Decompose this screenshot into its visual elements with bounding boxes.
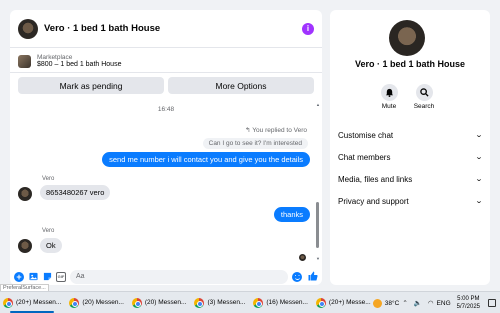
image-icon[interactable] xyxy=(28,272,38,282)
menu-label: Media, files and links xyxy=(338,174,413,184)
gif-icon[interactable]: GIF xyxy=(56,271,66,282)
taskbar-app[interactable]: (20) Messen... xyxy=(129,293,190,313)
listing-title: $800 – 1 bed 1 bath House xyxy=(37,61,122,68)
outgoing-message[interactable]: thanks xyxy=(273,207,310,222)
incoming-message[interactable]: Ok xyxy=(40,238,62,253)
menu-privacy-support[interactable]: Privacy and support ⌄ xyxy=(330,190,490,212)
chat-header: Vero · 1 bed 1 bath House i xyxy=(10,10,322,48)
task-label: (20) Messen... xyxy=(144,299,187,306)
reply-note: ↰ You replied to Vero xyxy=(245,126,307,134)
menu-label: Chat members xyxy=(338,152,391,162)
menu-media-files-links[interactable]: Media, files and links ⌄ xyxy=(330,168,490,190)
sender-avatar[interactable] xyxy=(18,239,32,253)
scroll-down-icon[interactable]: ▼ xyxy=(316,256,320,261)
message-timestamp: 16:48 xyxy=(157,106,175,113)
weather-temp[interactable]: 38°C xyxy=(385,300,400,307)
chevron-up-icon[interactable]: ⌃ xyxy=(402,299,407,307)
message-input[interactable]: Aa xyxy=(70,269,288,284)
mute-button[interactable]: Mute xyxy=(374,84,404,110)
system-tray: 38°C ⌃ 🔈 ◠ ENG 5:00 PM 5/7/2025 xyxy=(372,292,500,313)
taskbar: (20+) Messen... (20) Messen... (20) Mess… xyxy=(0,291,500,313)
mark-pending-button[interactable]: Mark as pending xyxy=(18,77,164,94)
search-icon xyxy=(415,84,433,101)
weather-icon[interactable] xyxy=(372,298,382,308)
task-label: (20+) Messen... xyxy=(16,299,62,306)
clock-time: 5:00 PM xyxy=(457,296,480,302)
chrome-icon xyxy=(69,297,80,308)
menu-customise-chat[interactable]: Customise chat ⌄ xyxy=(330,124,490,146)
seen-avatar xyxy=(299,254,306,261)
listing-thumbnail xyxy=(18,54,31,68)
chevron-down-icon: ⌄ xyxy=(474,154,484,161)
task-label: (20+) Messe... xyxy=(328,299,371,306)
scrollbar-thumb[interactable] xyxy=(316,202,319,248)
chevron-down-icon: ⌄ xyxy=(474,198,484,205)
task-label: (20) Messen... xyxy=(82,299,124,306)
message-list: 16:48 ↰ You replied to Vero Can I go to … xyxy=(10,100,322,262)
sender-name: Vero xyxy=(42,176,55,182)
wifi-icon[interactable]: ◠ xyxy=(428,299,434,307)
outgoing-message[interactable]: send me number i will contact you and gi… xyxy=(102,152,310,167)
quoted-message[interactable]: Can I go to see it? I'm interested xyxy=(202,138,308,149)
sticker-icon[interactable] xyxy=(42,272,52,282)
incoming-message[interactable]: 8653480267 vero xyxy=(40,185,111,200)
clock-date: 5/7/2025 xyxy=(456,304,480,310)
listing-actions: Mark as pending More Options xyxy=(10,73,322,98)
more-options-button[interactable]: More Options xyxy=(168,77,314,94)
chrome-icon xyxy=(315,297,326,308)
clock[interactable]: 5:00 PM 5/7/2025 xyxy=(457,295,480,311)
info-menu: Customise chat ⌄ Chat members ⌄ Media, fil… xyxy=(330,124,490,212)
notification-icon[interactable] xyxy=(488,299,496,307)
speaker-icon[interactable]: 🔈 xyxy=(414,299,422,307)
chevron-down-icon: ⌄ xyxy=(474,176,484,183)
composer: + GIF Aa xyxy=(10,268,322,285)
reply-note-text: You replied to Vero xyxy=(252,127,307,134)
taskbar-app[interactable]: (3) Messen... xyxy=(191,293,248,313)
thumbs-up-icon[interactable] xyxy=(308,271,318,283)
sender-name: Vero xyxy=(42,228,55,234)
language-indicator[interactable]: ENG xyxy=(437,300,451,307)
task-label: (16) Messen... xyxy=(266,299,308,306)
chrome-icon xyxy=(3,297,13,308)
chrome-icon xyxy=(194,297,205,308)
contact-avatar[interactable] xyxy=(18,18,38,39)
plus-icon[interactable]: + xyxy=(14,271,24,282)
search-label: Search xyxy=(413,103,435,110)
task-label: (3) Messen... xyxy=(207,299,246,306)
chrome-icon xyxy=(131,297,142,308)
bell-icon xyxy=(380,84,398,101)
scroll-up-icon[interactable]: ▲ xyxy=(316,102,320,107)
chevron-down-icon: ⌄ xyxy=(474,132,484,139)
chat-title[interactable]: Vero · 1 bed 1 bath House xyxy=(44,23,302,34)
sender-avatar[interactable] xyxy=(18,187,32,201)
marketplace-banner[interactable]: Marketplace $800 – 1 bed 1 bath House xyxy=(10,48,322,73)
conversation-info-panel: Vero · 1 bed 1 bath House Mute Search Cu… xyxy=(330,10,490,285)
menu-chat-members[interactable]: Chat members ⌄ xyxy=(330,146,490,168)
menu-label: Customise chat xyxy=(338,130,394,140)
taskbar-app[interactable]: (20+) Messe... xyxy=(313,293,374,313)
profile-avatar[interactable] xyxy=(389,20,425,56)
chat-panel: Vero · 1 bed 1 bath House i Marketplace … xyxy=(10,10,322,285)
taskbar-app[interactable]: (16) Messen... xyxy=(250,293,311,313)
info-title: Vero · 1 bed 1 bath House xyxy=(354,59,466,69)
mute-label: Mute xyxy=(381,103,397,110)
search-button[interactable]: Search xyxy=(409,84,439,110)
menu-label: Privacy and support xyxy=(338,196,409,206)
marketplace-label: Marketplace xyxy=(37,54,73,61)
info-icon[interactable]: i xyxy=(302,22,314,35)
chrome-icon xyxy=(253,297,264,308)
taskbar-app[interactable]: (20+) Messen... xyxy=(0,293,64,313)
taskbar-app[interactable]: (20) Messen... xyxy=(66,293,127,313)
emoji-icon[interactable] xyxy=(292,271,302,282)
